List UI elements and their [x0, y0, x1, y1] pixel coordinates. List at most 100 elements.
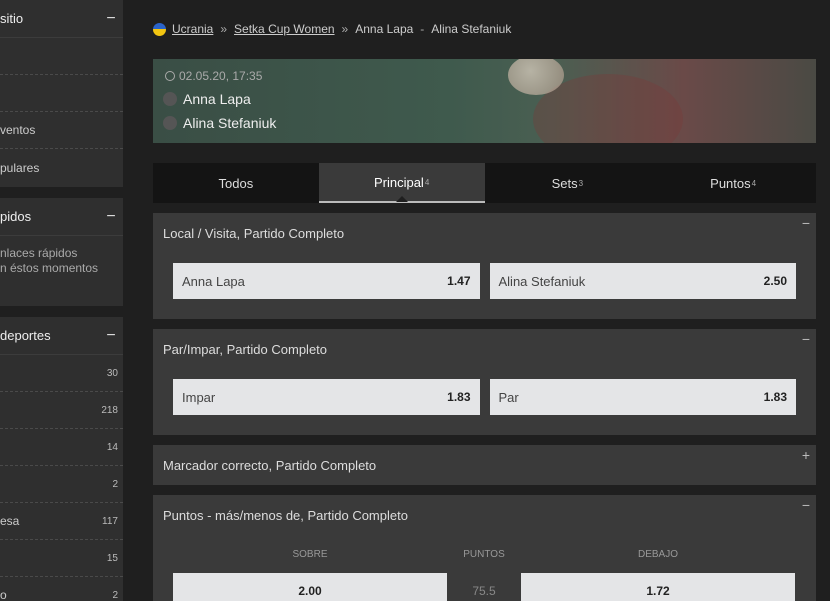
odd-value: 1.47	[447, 274, 471, 288]
points-line: 75.5	[472, 584, 496, 598]
breadcrumb-home: Anna Lapa	[355, 22, 414, 36]
breadcrumb-separator: »	[341, 22, 349, 36]
sidebar-quick-block: pidos − nlaces rápidos n éstos momentos	[0, 198, 123, 306]
tab-label: Puntos	[710, 175, 751, 191]
sidebar-site-header[interactable]: sitio −	[0, 0, 123, 38]
sidebar-sport-item[interactable]: 14	[0, 429, 123, 466]
collapse-icon[interactable]: −	[802, 215, 810, 231]
odds-row: Impar 1.83 Par 1.83	[153, 379, 816, 415]
sidebar-quick-title: pidos	[0, 209, 32, 224]
under-odd-button[interactable]: 1.72	[521, 573, 795, 601]
sidebar-item-label: pulares	[0, 160, 40, 175]
market-title: Par/Impar, Partido Completo	[163, 341, 328, 357]
event-away-player: Alina Stefaniuk	[163, 115, 276, 131]
header-under: DEBAJO	[637, 548, 678, 560]
breadcrumb-match-separator: -	[420, 22, 425, 36]
odd-value: 2.50	[763, 274, 787, 288]
market-title: Puntos - más/menos de, Partido Completo	[163, 507, 408, 523]
collapse-icon[interactable]: −	[802, 497, 810, 513]
player-avatar-icon	[163, 92, 177, 106]
header-over: SOBRE	[292, 548, 328, 560]
sport-count: 218	[101, 404, 118, 416]
collapse-icon[interactable]: −	[802, 331, 810, 347]
market-title: Local / Visita, Partido Completo	[163, 225, 345, 241]
clock-icon	[165, 71, 175, 81]
odd-label: Anna Lapa	[182, 273, 245, 289]
sport-label: o	[0, 588, 7, 601]
sport-count: 117	[102, 515, 118, 527]
sport-count: 2	[112, 478, 118, 490]
breadcrumb-country-link[interactable]: Ucrania	[172, 22, 213, 36]
market-match-winner: Local / Visita, Partido Completo − Anna …	[153, 213, 816, 319]
event-datetime: 02.05.20, 17:35	[165, 69, 262, 83]
market-over-under: Puntos - más/menos de, Partido Completo …	[153, 495, 816, 601]
expand-icon[interactable]: +	[802, 447, 810, 463]
sidebar-site-item[interactable]: ventos	[0, 112, 123, 149]
ukraine-flag-icon	[153, 22, 166, 36]
sidebar-quick-header[interactable]: pidos −	[0, 198, 123, 236]
sidebar-sport-item[interactable]: o2	[0, 577, 123, 601]
breadcrumb-separator: »	[220, 22, 228, 36]
odds-row: Anna Lapa 1.47 Alina Stefaniuk 2.50	[153, 263, 816, 299]
tab-label: Principal	[373, 174, 424, 190]
sport-count: 14	[106, 441, 118, 453]
sidebar-item-label: ventos	[0, 123, 36, 137]
player-avatar-icon	[163, 116, 177, 130]
sidebar: sitio − ventos pulares pidos − nlaces rá…	[0, 0, 123, 601]
event-datetime-text: 02.05.20, 17:35	[179, 69, 263, 83]
quick-text-line: n éstos momentos	[0, 261, 99, 275]
odd-label: Impar	[182, 389, 216, 405]
sidebar-sport-item[interactable]: 30	[0, 355, 123, 392]
sport-count: 30	[106, 367, 118, 379]
tab-label: Sets	[551, 175, 578, 191]
home-player-name: Anna Lapa	[183, 91, 251, 107]
collapse-icon[interactable]: −	[105, 10, 117, 28]
breadcrumb-away: Alina Stefaniuk	[431, 22, 512, 36]
market-odd-even: Par/Impar, Partido Completo − Impar 1.83…	[153, 329, 816, 435]
event-home-player: Anna Lapa	[163, 91, 251, 107]
odd-button-even[interactable]: Par 1.83	[489, 379, 796, 415]
sidebar-sports-header[interactable]: deportes −	[0, 317, 123, 355]
sidebar-sports-title: deportes	[0, 328, 51, 343]
sidebar-site-item[interactable]	[0, 75, 123, 112]
sidebar-sport-item[interactable]: esa 117	[0, 503, 123, 540]
market-title: Marcador correcto, Partido Completo	[163, 457, 377, 473]
sidebar-sport-item[interactable]: 2	[0, 466, 123, 503]
sidebar-site-item[interactable]: pulares	[0, 149, 123, 186]
over-odd-button[interactable]: 2.00	[173, 573, 447, 601]
tab-count: 3	[578, 178, 584, 188]
tab-principal[interactable]: Principal 4	[318, 163, 485, 203]
tab-count: 4	[424, 177, 430, 187]
tab-todos[interactable]: Todos	[153, 163, 319, 203]
odd-label: Alina Stefaniuk	[498, 273, 586, 289]
breadcrumb-league-link[interactable]: Setka Cup Women	[234, 22, 335, 36]
tab-count: 4	[751, 178, 757, 188]
breadcrumb: Ucrania » Setka Cup Women » Anna Lapa - …	[153, 21, 511, 37]
odd-value: 1.83	[447, 390, 471, 404]
sidebar-sport-item[interactable]: 15	[0, 540, 123, 577]
tab-puntos[interactable]: Puntos 4	[650, 163, 816, 203]
sidebar-site-item[interactable]	[0, 38, 123, 75]
over-under-row: 2.00 75.5 1.72	[153, 573, 816, 601]
quick-text-line: nlaces rápidos	[0, 246, 78, 260]
over-under-headers: SOBRE PUNTOS DEBAJO	[153, 535, 816, 573]
odd-button-home[interactable]: Anna Lapa 1.47	[173, 263, 480, 299]
header-points: PUNTOS	[463, 548, 505, 560]
sport-count: 15	[106, 552, 118, 564]
event-banner: 02.05.20, 17:35 Anna Lapa Alina Stefaniu…	[153, 59, 816, 143]
tab-sets[interactable]: Sets 3	[485, 163, 651, 203]
main-content: Ucrania » Setka Cup Women » Anna Lapa - …	[133, 0, 830, 601]
collapse-icon[interactable]: −	[105, 208, 117, 226]
sport-count: 2	[112, 589, 118, 601]
collapse-icon[interactable]: −	[105, 327, 117, 345]
tab-label: Todos	[218, 175, 254, 191]
sidebar-sport-item[interactable]: 218	[0, 392, 123, 429]
sport-label: esa	[0, 514, 20, 528]
odd-button-away[interactable]: Alina Stefaniuk 2.50	[489, 263, 796, 299]
sidebar-quick-text: nlaces rápidos n éstos momentos	[0, 236, 123, 286]
odd-value: 1.83	[763, 390, 787, 404]
market-correct-score[interactable]: Marcador correcto, Partido Completo +	[153, 445, 816, 485]
sidebar-site-title: sitio	[0, 11, 24, 26]
odd-button-odd[interactable]: Impar 1.83	[173, 379, 480, 415]
sidebar-sports-block: deportes − 30 218 14 2 esa 117 15 o2	[0, 317, 123, 601]
